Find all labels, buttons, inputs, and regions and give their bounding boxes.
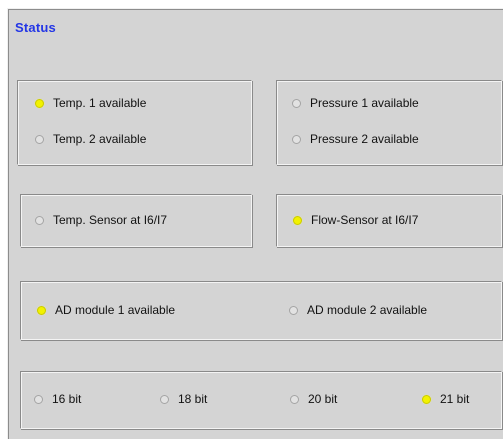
- bit20-label: 20 bit: [308, 392, 338, 406]
- temp-sensor-group: Temp. Sensor at I6/I7: [20, 194, 252, 247]
- bit18-label: 18 bit: [178, 392, 208, 406]
- ad-module2-label: AD module 2 available: [307, 303, 428, 317]
- flow-sensor-label: Flow-Sensor at I6/I7: [311, 213, 419, 227]
- pressure-availability-group: Pressure 1 available Pressure 2 availabl…: [276, 80, 502, 165]
- pressure2-led-icon: [292, 134, 301, 144]
- bit-resolution-group: 16 bit 18 bit 20 bit 21 bit: [20, 371, 502, 429]
- temp-sensor-indicator-row: Temp. Sensor at I6/I7: [35, 213, 167, 227]
- ad-module1-led-icon: [37, 305, 46, 315]
- bit20-indicator-row: 20 bit: [290, 392, 337, 406]
- bit21-label: 21 bit: [440, 392, 470, 406]
- bit20-led-icon: [290, 394, 299, 404]
- ad-module-group: AD module 1 available AD module 2 availa…: [20, 281, 502, 340]
- ad-module2-indicator-row: AD module 2 available: [289, 303, 427, 317]
- bit16-label: 16 bit: [52, 392, 82, 406]
- ad-module1-label: AD module 1 available: [55, 303, 176, 317]
- flow-sensor-group: Flow-Sensor at I6/I7: [276, 194, 502, 247]
- temp1-label: Temp. 1 available: [53, 96, 147, 110]
- temp2-indicator-row: Temp. 2 available: [35, 132, 146, 146]
- ad-module2-led-icon: [289, 305, 298, 315]
- flow-sensor-led-icon: [293, 215, 302, 225]
- ad-module1-indicator-row: AD module 1 available: [37, 303, 175, 317]
- temp-sensor-label: Temp. Sensor at I6/I7: [53, 213, 168, 227]
- bit21-indicator-row: 21 bit: [422, 392, 469, 406]
- pressure1-led-icon: [292, 98, 301, 108]
- temp1-indicator-row: Temp. 1 available: [35, 96, 146, 110]
- temp1-led-icon: [35, 98, 44, 108]
- bit18-led-icon: [160, 394, 169, 404]
- temp2-label: Temp. 2 available: [53, 132, 147, 146]
- temp-sensor-led-icon: [35, 215, 44, 225]
- temp-availability-group: Temp. 1 available Temp. 2 available: [17, 80, 252, 165]
- flow-sensor-indicator-row: Flow-Sensor at I6/I7: [293, 213, 418, 227]
- pressure2-indicator-row: Pressure 2 available: [292, 132, 419, 146]
- pressure2-label: Pressure 2 available: [310, 132, 419, 146]
- pressure1-label: Pressure 1 available: [310, 96, 419, 110]
- bit21-led-icon: [422, 394, 431, 404]
- bit16-led-icon: [34, 394, 43, 404]
- bit16-indicator-row: 16 bit: [34, 392, 81, 406]
- pressure1-indicator-row: Pressure 1 available: [292, 96, 419, 110]
- status-title: Status: [15, 20, 56, 35]
- bit18-indicator-row: 18 bit: [160, 392, 207, 406]
- temp2-led-icon: [35, 134, 44, 144]
